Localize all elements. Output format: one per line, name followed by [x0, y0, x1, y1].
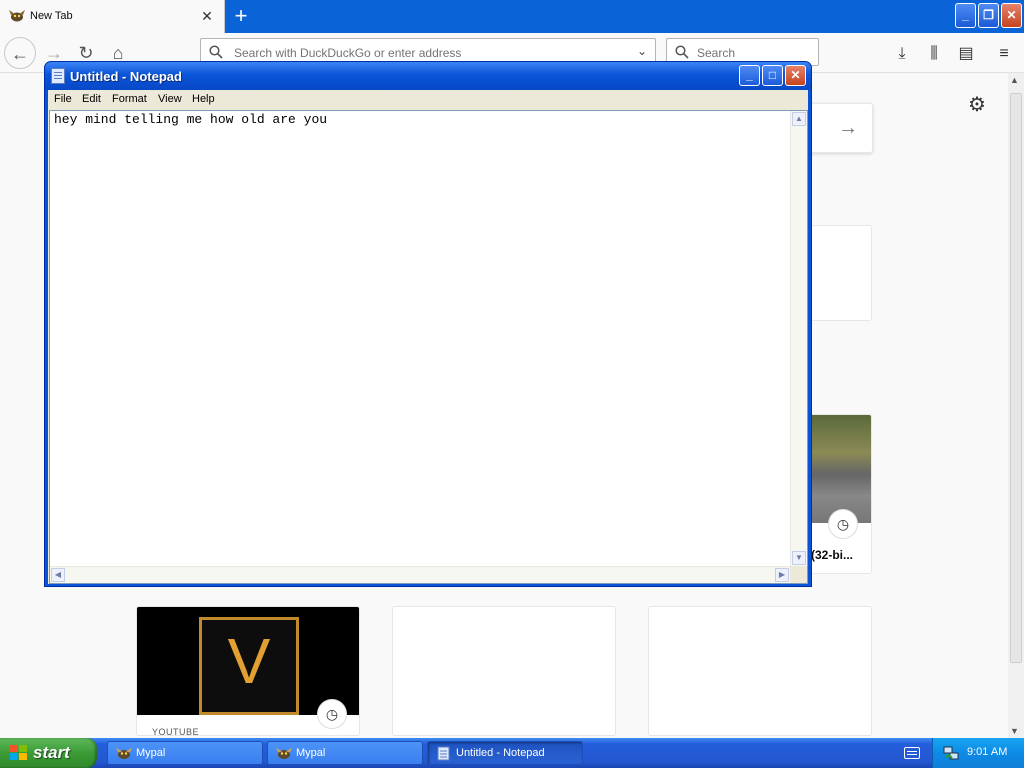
- chevron-down-icon[interactable]: ⌄: [637, 44, 647, 58]
- taskbar: start Mypal Mypal Untitled - Notepad 9:0…: [0, 738, 1024, 768]
- resize-grip[interactable]: [790, 566, 807, 583]
- minimize-button[interactable]: _: [739, 65, 760, 86]
- scroll-up-icon[interactable]: ▲: [1010, 75, 1019, 85]
- scroll-left-icon[interactable]: ◀: [51, 568, 65, 582]
- browser-tab-bar: New Tab ✕ + _ ❐ ✕: [0, 0, 1024, 33]
- taskbar-item-label: Mypal: [296, 747, 326, 759]
- clock-time[interactable]: 9:01 AM: [967, 746, 1007, 758]
- mypal-icon: [9, 10, 25, 22]
- page-scrollbar[interactable]: ▲ ▼: [1008, 73, 1024, 738]
- scroll-down-icon[interactable]: ▼: [1010, 726, 1019, 736]
- notepad-body: File Edit Format View Help hey mind tell…: [48, 90, 808, 584]
- mypal-icon: [116, 747, 132, 759]
- back-button[interactable]: ←: [4, 37, 36, 69]
- system-tray: 9:01 AM: [932, 738, 1024, 768]
- scroll-up-icon[interactable]: ▲: [792, 112, 806, 126]
- tab-close-icon[interactable]: ✕: [199, 8, 215, 24]
- clock-icon: ◷: [828, 509, 858, 539]
- horizontal-scrollbar[interactable]: ◀ ▶: [50, 566, 790, 583]
- taskbar-item-label: Untitled - Notepad: [456, 747, 545, 759]
- scrollbar-thumb[interactable]: [1010, 93, 1022, 663]
- notepad-window: Untitled - Notepad _ □ ✕ File Edit Forma…: [44, 61, 812, 587]
- highlight-placeholder: [648, 606, 872, 736]
- notepad-title-bar[interactable]: Untitled - Notepad _ □ ✕: [45, 62, 811, 90]
- network-icon[interactable]: [943, 745, 959, 761]
- notepad-icon: [51, 68, 65, 84]
- taskbar-item-mypal[interactable]: Mypal: [107, 741, 263, 765]
- highlight-card-youtube[interactable]: V ◷ YOUTUBE: [136, 606, 360, 736]
- mypal-icon: [276, 747, 292, 759]
- gear-icon[interactable]: ⚙: [966, 94, 988, 116]
- search-icon: [209, 45, 223, 59]
- vertical-scrollbar[interactable]: ▲ ▼: [790, 111, 807, 566]
- tab-new-tab[interactable]: New Tab ✕: [0, 0, 225, 33]
- sidebar-icon[interactable]: ▤: [956, 44, 976, 64]
- address-input[interactable]: Search with DuckDuckGo or enter address: [234, 46, 461, 60]
- keyboard-icon[interactable]: [904, 747, 920, 759]
- tab-title: New Tab: [30, 10, 73, 22]
- menu-help[interactable]: Help: [192, 93, 215, 105]
- clock-icon: ◷: [317, 699, 347, 729]
- v-logo: V: [199, 617, 299, 715]
- browser-close-button[interactable]: ✕: [1001, 3, 1022, 28]
- menu-file[interactable]: File: [54, 93, 72, 105]
- menu-view[interactable]: View: [158, 93, 182, 105]
- card-source-label: YOUTUBE: [152, 727, 200, 736]
- windows-logo-icon: [10, 745, 28, 761]
- close-button[interactable]: ✕: [785, 65, 806, 86]
- menu-icon[interactable]: ≡: [994, 44, 1014, 64]
- menu-format[interactable]: Format: [112, 93, 147, 105]
- browser-restore-button[interactable]: ❐: [978, 3, 999, 28]
- taskbar-item-notepad[interactable]: Untitled - Notepad: [427, 741, 583, 765]
- start-label: start: [33, 743, 70, 762]
- window-title: Untitled - Notepad: [70, 69, 182, 84]
- menu-edit[interactable]: Edit: [82, 93, 101, 105]
- search-icon: [675, 45, 689, 59]
- scroll-down-icon[interactable]: ▼: [792, 551, 806, 565]
- new-tab-button[interactable]: +: [231, 5, 251, 27]
- arrow-right-icon[interactable]: →: [838, 117, 858, 140]
- maximize-button[interactable]: □: [762, 65, 783, 86]
- browser-minimize-button[interactable]: _: [955, 3, 976, 28]
- taskbar-item-mypal[interactable]: Mypal: [267, 741, 423, 765]
- library-icon[interactable]: ⫼: [924, 44, 944, 64]
- notepad-icon: [437, 746, 450, 761]
- text-editor[interactable]: hey mind telling me how old are you ▲ ▼ …: [49, 110, 808, 584]
- start-button[interactable]: start: [0, 738, 97, 768]
- card-title: (32-bi...: [811, 548, 854, 562]
- search-input[interactable]: Search: [697, 46, 735, 60]
- download-icon[interactable]: ⤓: [892, 44, 912, 64]
- document-text[interactable]: hey mind telling me how old are you: [54, 112, 327, 127]
- taskbar-item-label: Mypal: [136, 747, 166, 759]
- scroll-right-icon[interactable]: ▶: [775, 568, 789, 582]
- menu-bar: File Edit Format View Help: [48, 90, 808, 109]
- highlight-placeholder: [392, 606, 616, 736]
